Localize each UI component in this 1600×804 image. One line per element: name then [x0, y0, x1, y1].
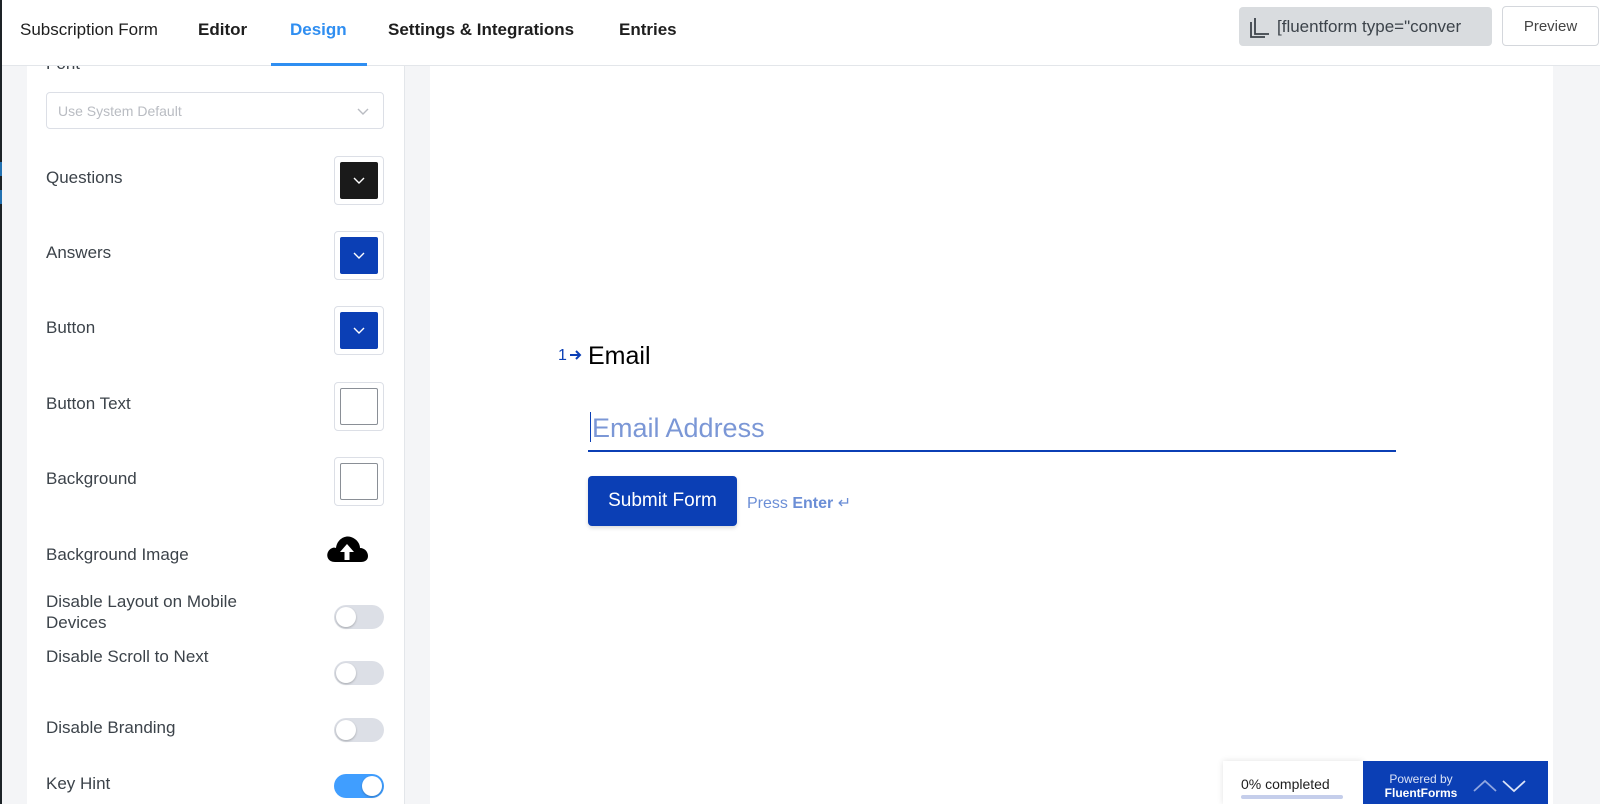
toggle-knob: [336, 663, 356, 683]
chevron-down-icon: [353, 252, 365, 259]
return-icon: ↵: [837, 495, 852, 512]
question-title: Email: [588, 342, 651, 370]
disable-scroll-next-toggle[interactable]: [334, 661, 384, 685]
edge-marker: [0, 162, 2, 176]
toggle-knob: [362, 776, 382, 796]
answers-color-label: Answers: [46, 243, 112, 262]
branding-line1: Powered by: [1389, 772, 1453, 786]
text-caret: [590, 412, 591, 442]
key-hint: Press Enter ↵: [747, 493, 851, 513]
button-text-color-label: Button Text: [46, 394, 131, 413]
color-swatch: [340, 388, 378, 425]
background-color-label: Background: [46, 469, 137, 488]
question-number: 1: [558, 347, 567, 364]
questions-color-label: Questions: [46, 168, 123, 187]
cloud-upload-icon[interactable]: [325, 532, 369, 568]
disable-branding-label: Disable Branding: [46, 718, 176, 737]
email-field[interactable]: [588, 407, 1396, 452]
color-swatch: [340, 237, 378, 274]
arrow-right-icon: [570, 350, 582, 360]
chevron-down-icon: [353, 177, 365, 184]
toggle-knob: [336, 607, 356, 627]
tab-settings-integrations[interactable]: Settings & Integrations: [388, 20, 574, 40]
disable-layout-mobile-toggle[interactable]: [334, 605, 384, 629]
disable-branding-toggle[interactable]: [334, 718, 384, 742]
button-text-color-picker[interactable]: [334, 382, 384, 431]
branding-bar: Powered by FluentForms: [1363, 761, 1548, 804]
preview-button[interactable]: Preview: [1502, 6, 1599, 46]
disable-scroll-next-label: Disable Scroll to Next: [46, 647, 209, 666]
button-color-picker[interactable]: [334, 306, 384, 355]
top-navigation-bar: Subscription Form Editor Design Settings…: [2, 0, 1600, 66]
background-color-picker[interactable]: [334, 457, 384, 506]
background-image-label: Background Image: [46, 545, 189, 564]
button-color-label: Button: [46, 318, 96, 337]
chevron-down-icon: [357, 108, 369, 115]
key-hint-label: Key Hint: [46, 774, 111, 793]
key-hint-toggle[interactable]: [334, 774, 384, 798]
questions-color-picker[interactable]: [334, 156, 384, 205]
shortcode-copy-box[interactable]: [fluentform type="conver: [1239, 7, 1492, 46]
design-settings-panel: Font Use System Default Questions Answer…: [27, 66, 405, 804]
shortcode-text: [fluentform type="conver: [1277, 17, 1462, 36]
toggle-knob: [336, 720, 356, 740]
branding-line2: FluentForms: [1384, 786, 1458, 800]
key-hint-enter: Enter: [792, 495, 834, 512]
admin-sidebar-edge: [0, 0, 2, 804]
chevron-down-icon[interactable]: [1501, 778, 1527, 794]
progress-bar: [1241, 795, 1343, 799]
color-swatch: [340, 162, 378, 199]
font-select[interactable]: Use System Default: [46, 92, 384, 129]
color-swatch: [340, 312, 378, 349]
chevron-up-icon[interactable]: [1472, 778, 1498, 794]
progress-text: 0% completed: [1241, 776, 1330, 792]
answers-color-picker[interactable]: [334, 231, 384, 280]
font-select-value: Use System Default: [58, 103, 182, 119]
app-window: Subscription Form Editor Design Settings…: [0, 0, 1600, 804]
chevron-down-icon: [353, 327, 365, 334]
key-hint-press: Press: [747, 495, 788, 512]
tab-entries[interactable]: Entries: [619, 20, 677, 40]
copy-icon: [1250, 18, 1269, 38]
form-title: Subscription Form: [20, 20, 158, 39]
font-label: Font: [46, 66, 80, 74]
color-swatch: [340, 463, 378, 500]
tab-design[interactable]: Design: [290, 20, 347, 40]
tab-editor[interactable]: Editor: [198, 20, 247, 40]
edge-marker: [0, 190, 2, 204]
progress-indicator: 0% completed: [1223, 761, 1363, 804]
disable-layout-mobile-label: Disable Layout on Mobile Devices: [46, 592, 237, 632]
submit-form-button[interactable]: Submit Form: [588, 476, 737, 526]
